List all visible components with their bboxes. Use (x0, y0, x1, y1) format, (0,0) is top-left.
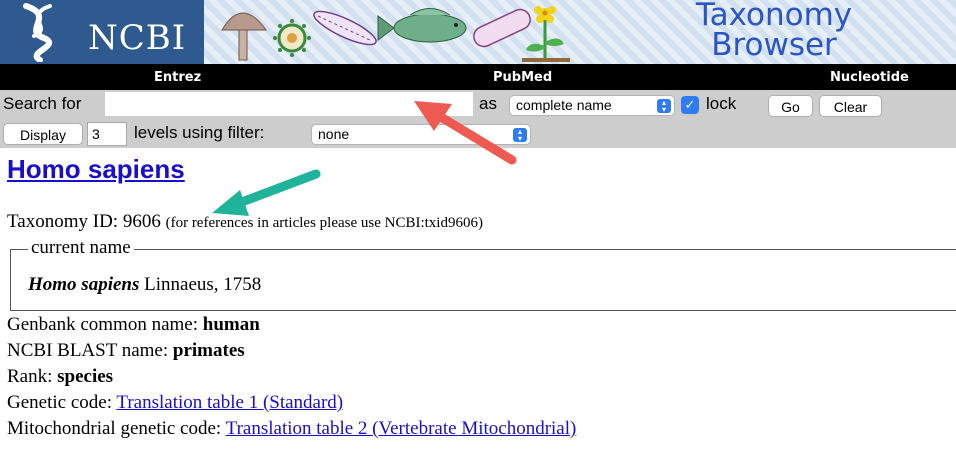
red-arrow-icon (414, 101, 517, 165)
teal-arrow-icon (212, 169, 321, 216)
annotation-arrows (212, 101, 517, 216)
